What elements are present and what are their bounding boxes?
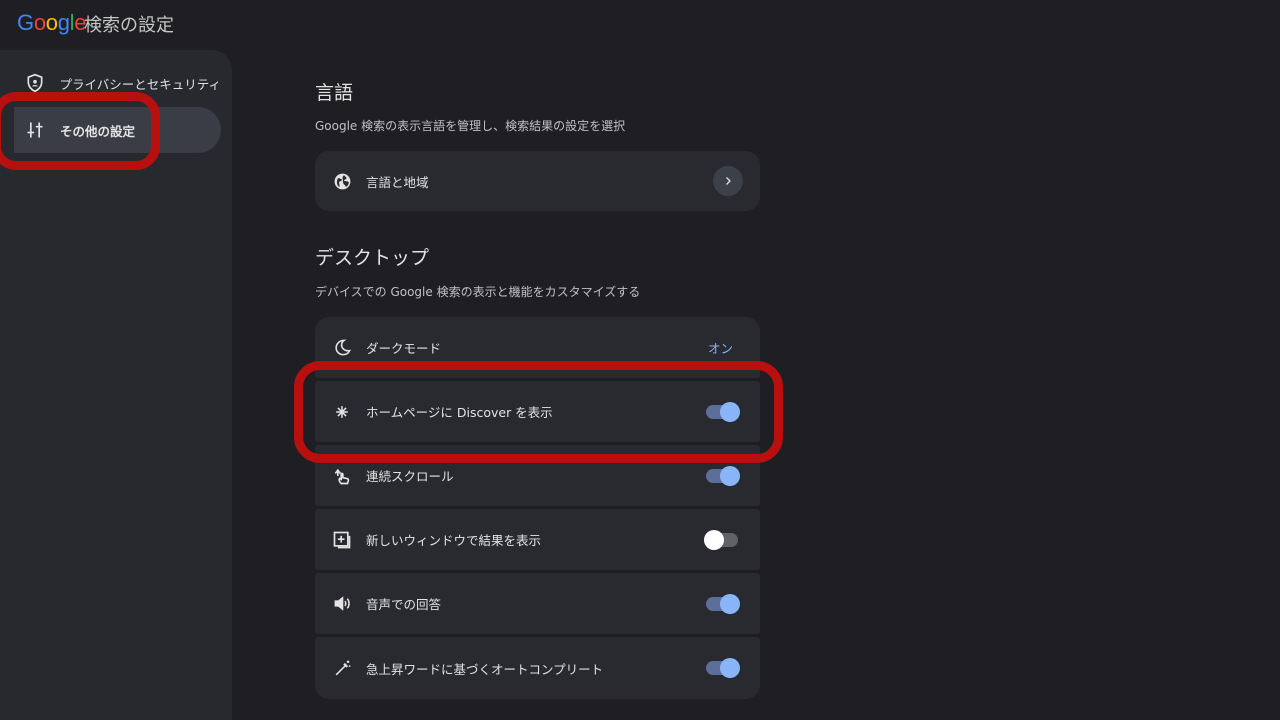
sidebar: プライバシーとセキュリティ その他の設定 xyxy=(0,50,232,720)
new-window-row[interactable]: 新しいウィンドウで結果を表示 xyxy=(315,509,760,570)
header: Google 検索の設定 xyxy=(0,0,1280,48)
discover-toggle[interactable] xyxy=(706,401,740,422)
section-title-desktop: デスクトップ xyxy=(315,247,430,269)
magic-wand-icon xyxy=(332,658,352,678)
dark-mode-status[interactable]: オン xyxy=(708,338,733,357)
continuous-scroll-toggle[interactable] xyxy=(706,465,740,486)
language-region-label: 言語と地域 xyxy=(366,174,429,190)
voice-answers-row[interactable]: 音声での回答 xyxy=(315,573,760,634)
logo-letter: G xyxy=(17,10,34,35)
language-region-row[interactable]: 言語と地域 xyxy=(315,151,760,211)
voice-answers-toggle[interactable] xyxy=(706,593,740,614)
moon-icon xyxy=(332,338,352,358)
google-logo[interactable]: Google xyxy=(17,10,86,36)
sliders-icon xyxy=(24,119,46,141)
chevron-right-button[interactable] xyxy=(713,166,743,196)
logo-letter: g xyxy=(57,10,70,35)
toggle-knob xyxy=(720,593,740,614)
sparkle-icon xyxy=(332,402,352,422)
dark-mode-label: ダークモード xyxy=(366,341,442,356)
section-title-language: 言語 xyxy=(315,82,354,104)
sidebar-item-other-settings[interactable]: その他の設定 xyxy=(14,107,221,153)
trending-autocomplete-toggle[interactable] xyxy=(706,658,740,678)
logo-letter: o xyxy=(45,10,58,35)
trending-autocomplete-label: 急上昇ワードに基づくオートコンプリート xyxy=(366,661,604,677)
new-window-toggle[interactable] xyxy=(704,529,738,550)
new-window-label: 新しいウィンドウで結果を表示 xyxy=(366,533,542,548)
discover-label: ホームページに Discover を表示 xyxy=(366,405,553,420)
shield-icon xyxy=(24,72,45,94)
globe-icon xyxy=(332,171,352,191)
toggle-knob xyxy=(720,401,740,422)
sidebar-item-label: プライバシーとセキュリティ xyxy=(59,76,221,92)
add-box-icon xyxy=(332,530,352,550)
chevron-right-icon xyxy=(726,177,731,185)
toggle-knob xyxy=(720,465,740,486)
discover-row[interactable]: ホームページに Discover を表示 xyxy=(315,381,760,442)
sidebar-item-privacy-security[interactable]: プライバシーとセキュリティ xyxy=(14,60,221,106)
voice-answers-label: 音声での回答 xyxy=(366,597,442,612)
dark-mode-row[interactable]: ダークモード オン xyxy=(315,317,760,378)
toggle-knob xyxy=(704,529,724,550)
scroll-gesture-icon xyxy=(332,466,352,486)
sidebar-item-label: その他の設定 xyxy=(60,123,136,139)
page-title: 検索の設定 xyxy=(84,15,174,36)
toggle-knob xyxy=(720,658,740,678)
section-description-language: Google 検索の表示言語を管理し、検索結果の設定を選択 xyxy=(315,119,626,133)
continuous-scroll-row[interactable]: 連続スクロール xyxy=(315,445,760,506)
section-description-desktop: デバイスでの Google 検索の表示と機能をカスタマイズする xyxy=(315,285,641,299)
continuous-scroll-label: 連続スクロール xyxy=(366,469,454,484)
trending-autocomplete-row[interactable]: 急上昇ワードに基づくオートコンプリート xyxy=(315,637,760,699)
volume-icon xyxy=(332,594,352,614)
logo-letter: o xyxy=(33,10,46,35)
